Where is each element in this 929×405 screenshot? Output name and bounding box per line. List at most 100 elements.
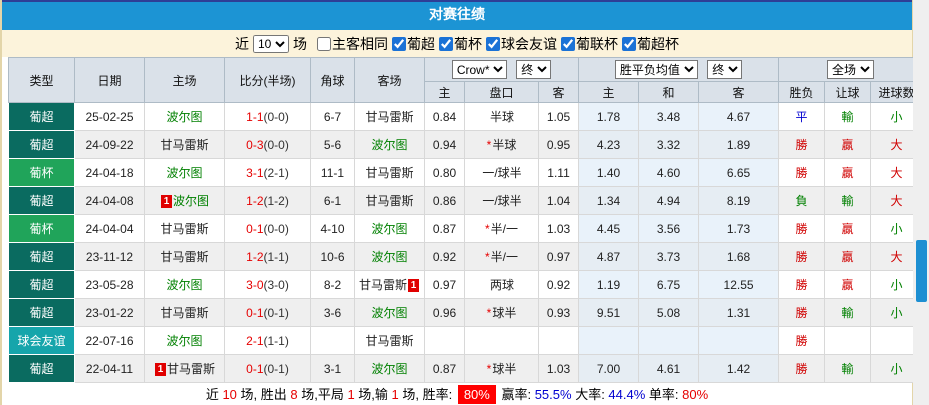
date-cell: 24-04-18	[74, 158, 145, 187]
league-filter-group: 葡超 葡杯 球会友谊 葡联杯 葡超杯	[388, 34, 679, 54]
handicap-line: 球半	[492, 362, 517, 376]
recent-label: 近	[235, 35, 249, 52]
half-time-score: (0-1)	[263, 361, 289, 376]
score-cell: 3-1(2-1)	[224, 158, 311, 187]
result-cell: 勝	[778, 158, 826, 187]
col-header-corner: 角球	[310, 57, 355, 103]
score-cell: 1-1(0-0)	[224, 102, 311, 131]
handicap-cell: 两球	[464, 270, 539, 299]
away-team-cell: 波尔图	[354, 354, 425, 383]
score-cell: 0-1(0-1)	[224, 298, 311, 327]
avg-away-odds-cell: 4.67	[698, 102, 780, 131]
league-checkbox[interactable]	[622, 36, 636, 51]
content-area: 对赛往绩 近 10 场 主客相同 葡超 葡杯 球会友谊 葡联杯 葡超杯 类型 日…	[0, 0, 924, 405]
avg-draw-odds-cell: 3.73	[638, 242, 700, 271]
league-checkbox[interactable]	[486, 36, 500, 51]
table-row: 葡超 23-01-22 甘马雷斯 0-1(0-1) 3-6 波尔图 0.96 *…	[8, 298, 924, 327]
ah-away-odds-cell: 0.93	[537, 298, 580, 327]
scope-select[interactable]: 全场	[827, 60, 875, 79]
league-checkbox[interactable]	[392, 36, 406, 51]
half-time-score: (2-1)	[263, 165, 289, 180]
corner-cell: 8-2	[310, 270, 355, 299]
ah-away-odds-cell	[537, 326, 580, 355]
avg-time-select[interactable]: 终	[707, 60, 743, 79]
league-checkbox[interactable]	[439, 36, 453, 51]
away-team-cell: 甘马雷斯 1	[354, 270, 425, 299]
ah-home-odds-cell: 0.84	[424, 102, 465, 131]
table-row: 葡杯 24-04-04 甘马雷斯 0-1(0-0) 4-10 波尔图 0.87 …	[8, 214, 924, 243]
away-team: 波尔图	[371, 250, 408, 264]
league-checkbox[interactable]	[561, 36, 575, 51]
bookmaker-select[interactable]: Crow*	[451, 60, 507, 79]
summary-text: 1	[391, 387, 399, 402]
full-time-score: 1-2	[246, 193, 264, 208]
avg-draw-odds-cell: 3.32	[638, 130, 700, 159]
home-team: 波尔图	[172, 194, 209, 208]
red-card-badge: 1	[154, 363, 166, 376]
avg-away-odds-cell: 8.19	[698, 186, 780, 215]
home-team: 甘马雷斯	[160, 138, 209, 152]
summary-text: 场,平局	[297, 387, 348, 402]
league-label: 葡超	[407, 35, 435, 52]
home-team: 甘马雷斯	[160, 306, 209, 320]
half-time-score: (1-1)	[263, 249, 289, 264]
home-team-cell: 波尔图	[144, 326, 225, 355]
handicap-result-cell	[824, 326, 872, 355]
away-team: 甘马雷斯	[365, 194, 414, 208]
handicap-cell	[464, 326, 539, 355]
ah-home-odds-cell: 0.97	[424, 270, 465, 299]
corner-cell: 11-1	[310, 158, 355, 187]
away-team: 甘马雷斯	[365, 110, 414, 124]
ah-away-odds-cell: 1.03	[537, 214, 580, 243]
date-cell: 24-04-04	[74, 214, 145, 243]
away-team-cell: 波尔图	[354, 130, 425, 159]
home-team-cell: 甘马雷斯	[144, 242, 225, 271]
home-team-cell: 甘马雷斯	[144, 214, 225, 243]
col-header-score: 比分(半场)	[224, 57, 311, 103]
home-team: 波尔图	[166, 166, 203, 180]
handicap-result-cell: 贏	[824, 130, 872, 159]
handicap-time-select[interactable]: 终	[516, 60, 552, 79]
league-label: 葡联杯	[576, 35, 618, 52]
handicap-star: *	[486, 306, 492, 320]
sub-header-avg-home: 主	[578, 81, 640, 103]
ah-away-odds-cell: 1.03	[537, 354, 580, 383]
handicap-cell: *球半	[464, 298, 539, 327]
league-filter[interactable]: 葡超	[392, 34, 435, 54]
score-cell: 2-1(1-1)	[224, 326, 311, 355]
league-filter[interactable]: 葡联杯	[561, 34, 618, 54]
avg-odds-select[interactable]: 胜平负均值	[614, 60, 698, 79]
avg-draw-odds-cell: 5.08	[638, 298, 700, 327]
date-cell: 24-04-08	[74, 186, 145, 215]
avg-away-odds-cell: 1.89	[698, 130, 780, 159]
recent-count-select[interactable]: 10	[253, 34, 289, 53]
away-team-cell: 波尔图	[354, 242, 425, 271]
home-team-cell: 波尔图	[144, 270, 225, 299]
summary-text: 1	[347, 387, 355, 402]
summary-text: 赢率:	[497, 387, 535, 402]
full-time-score: 0-3	[246, 137, 264, 152]
table-row: 葡超 24-09-22 甘马雷斯 0-3(0-0) 5-6 波尔图 0.94 *…	[8, 130, 924, 159]
handicap-result-cell: 贏	[824, 242, 872, 271]
result-cell: 勝	[778, 354, 826, 383]
league-filter[interactable]: 葡杯	[439, 34, 482, 54]
sub-header-ah-home: 主	[424, 81, 465, 103]
corner-cell	[310, 326, 355, 355]
table-row: 葡超 22-04-11 1 甘马雷斯 0-1(0-1) 3-1 波尔图 0.87 …	[8, 354, 924, 383]
avg-draw-odds-cell: 4.94	[638, 186, 700, 215]
handicap-line: 半/一	[490, 222, 518, 236]
league-cell: 球会友谊	[8, 326, 75, 355]
same-venue-filter[interactable]: 主客相同	[317, 34, 388, 54]
league-cell: 葡超	[8, 130, 75, 159]
summary-text: 55.5%	[534, 387, 572, 402]
home-team-cell: 波尔图	[144, 158, 225, 187]
result-cell: 負	[778, 186, 826, 215]
league-filter[interactable]: 葡超杯	[622, 34, 679, 54]
league-filter[interactable]: 球会友谊	[486, 34, 557, 54]
same-venue-checkbox[interactable]	[317, 36, 331, 51]
score-cell: 0-1(0-1)	[224, 354, 311, 383]
date-cell: 25-02-25	[74, 102, 145, 131]
scrollbar-thumb[interactable]	[916, 240, 927, 302]
avg-away-odds-cell: 12.55	[698, 270, 780, 299]
handicap-result-cell: 輸	[824, 354, 872, 383]
